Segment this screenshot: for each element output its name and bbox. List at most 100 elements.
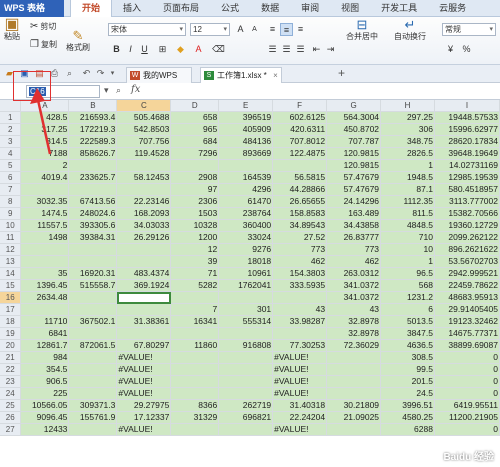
cell[interactable]: 2634.48 <box>20 291 70 305</box>
cell[interactable]: 0 <box>434 363 500 377</box>
select-all-corner[interactable] <box>0 100 22 113</box>
cell[interactable]: 0 <box>434 375 500 389</box>
formula-input[interactable] <box>148 85 496 98</box>
align-right-button[interactable]: ☰ <box>294 43 307 56</box>
cell[interactable]: 12 <box>170 243 220 257</box>
cell[interactable]: 15996.62977 <box>434 123 500 137</box>
cell[interactable] <box>170 291 220 305</box>
cell[interactable] <box>326 351 382 365</box>
cell[interactable]: 225 <box>20 387 70 401</box>
cell[interactable]: 360400 <box>218 219 274 233</box>
cell[interactable]: #VALUE! <box>116 387 172 401</box>
paste-button[interactable]: ▣ 粘贴 <box>4 17 20 42</box>
cell[interactable]: 119.4528 <box>116 147 172 161</box>
row-header[interactable]: 6 <box>0 171 22 185</box>
column-header-E[interactable]: E <box>218 100 274 113</box>
cell[interactable]: 369.1924 <box>116 279 172 293</box>
cell[interactable]: 341.0372 <box>326 279 382 293</box>
cell[interactable]: 9096.45 <box>20 411 70 425</box>
menu-item-3[interactable]: 公式 <box>210 0 250 17</box>
cell[interactable]: 773 <box>272 243 328 257</box>
cell[interactable]: 684 <box>170 135 220 149</box>
cell[interactable]: 1503 <box>170 207 220 221</box>
save-icon[interactable]: ▣ <box>18 67 31 80</box>
cut-button[interactable]: ✂ 剪切 <box>30 21 56 32</box>
column-header-B[interactable]: B <box>68 100 118 113</box>
cell[interactable]: 168.2093 <box>116 207 172 221</box>
row-header[interactable]: 19 <box>0 327 22 341</box>
cell[interactable]: 564.3004 <box>326 111 382 125</box>
cell[interactable]: 393305.6 <box>68 219 118 233</box>
cell[interactable]: 39384.31 <box>68 231 118 245</box>
cell[interactable]: 19360.12729 <box>434 219 500 233</box>
cell[interactable]: 707.787 <box>326 135 382 149</box>
cell[interactable]: 710 <box>380 231 435 245</box>
cell[interactable]: 916808 <box>218 339 274 353</box>
menu-item-0[interactable]: 开始 <box>70 0 113 17</box>
cell[interactable]: 57.47679 <box>326 183 382 197</box>
cell[interactable]: 26.83777 <box>326 231 382 245</box>
cell[interactable] <box>218 291 274 305</box>
cell[interactable] <box>68 183 118 197</box>
cell[interactable] <box>326 387 382 401</box>
open-folder-icon[interactable]: ▰ <box>3 67 16 80</box>
cell[interactable]: 0 <box>434 387 500 401</box>
cell[interactable]: #VALUE! <box>116 423 172 437</box>
cell[interactable]: 505.4688 <box>116 111 172 125</box>
cell[interactable]: 26.29126 <box>116 231 172 245</box>
cell[interactable]: 1948.5 <box>380 171 435 185</box>
tab-workbook1[interactable]: S 工作簿1.xlsx * × <box>200 67 282 83</box>
row-header[interactable]: 18 <box>0 315 22 329</box>
row-header[interactable]: 23 <box>0 375 22 389</box>
cell[interactable]: #VALUE! <box>116 351 172 365</box>
row-header[interactable]: 1 <box>0 111 22 125</box>
cell[interactable]: #VALUE! <box>272 375 328 389</box>
cell[interactable] <box>116 183 172 197</box>
percent-button[interactable]: % <box>460 43 473 56</box>
cell[interactable]: 893669 <box>218 147 274 161</box>
cell[interactable]: 811.5 <box>380 207 435 221</box>
cell[interactable]: 14675.77371 <box>434 327 500 341</box>
cell[interactable]: 24.14296 <box>326 195 382 209</box>
row-header[interactable]: 3 <box>0 135 22 149</box>
cell[interactable] <box>116 303 172 317</box>
row-header[interactable]: 4 <box>0 147 22 161</box>
row-header[interactable]: 12 <box>0 243 22 257</box>
cell[interactable]: 1112.35 <box>380 195 435 209</box>
cell[interactable] <box>272 291 328 305</box>
menu-item-4[interactable]: 数据 <box>250 0 290 17</box>
cell[interactable]: 568 <box>380 279 435 293</box>
cell[interactable]: 301 <box>218 303 274 317</box>
format-painter-button[interactable]: ✎ 格式刷 <box>66 29 90 53</box>
cell[interactable] <box>68 159 118 173</box>
cell[interactable]: 38899.69087 <box>434 339 500 353</box>
menu-item-2[interactable]: 页面布局 <box>152 0 210 17</box>
cell[interactable]: 309371.3 <box>68 399 118 413</box>
fill-color-button[interactable]: ◆ <box>174 43 187 56</box>
cell[interactable]: 462 <box>272 255 328 269</box>
cell[interactable]: 233625.7 <box>68 171 118 185</box>
cell[interactable]: #VALUE! <box>116 363 172 377</box>
cell[interactable]: 16341 <box>170 315 220 329</box>
indent-increase-button[interactable]: ⇥ <box>324 43 337 56</box>
cell[interactable] <box>68 303 118 317</box>
cell[interactable]: 484136 <box>218 135 274 149</box>
cell[interactable] <box>116 159 172 173</box>
cell[interactable]: #VALUE! <box>272 351 328 365</box>
cell[interactable]: 1498 <box>20 231 70 245</box>
new-tab-button[interactable]: + <box>335 67 348 80</box>
cell[interactable]: 35 <box>20 267 70 281</box>
cell[interactable]: 5282 <box>170 279 220 293</box>
cell[interactable]: 21.09025 <box>326 411 382 425</box>
cell[interactable]: 1 <box>380 159 435 173</box>
cell[interactable]: 67413.56 <box>68 195 118 209</box>
cell[interactable] <box>218 351 274 365</box>
row-header[interactable]: 5 <box>0 159 22 173</box>
cell[interactable] <box>170 375 220 389</box>
cell[interactable] <box>170 387 220 401</box>
cell[interactable] <box>218 327 274 341</box>
cell[interactable]: 57.47679 <box>326 171 382 185</box>
wrap-text-button[interactable]: ↵ 自动换行 <box>394 18 426 42</box>
cell[interactable]: 16920.31 <box>68 267 118 281</box>
cell[interactable]: 15382.70566 <box>434 207 500 221</box>
